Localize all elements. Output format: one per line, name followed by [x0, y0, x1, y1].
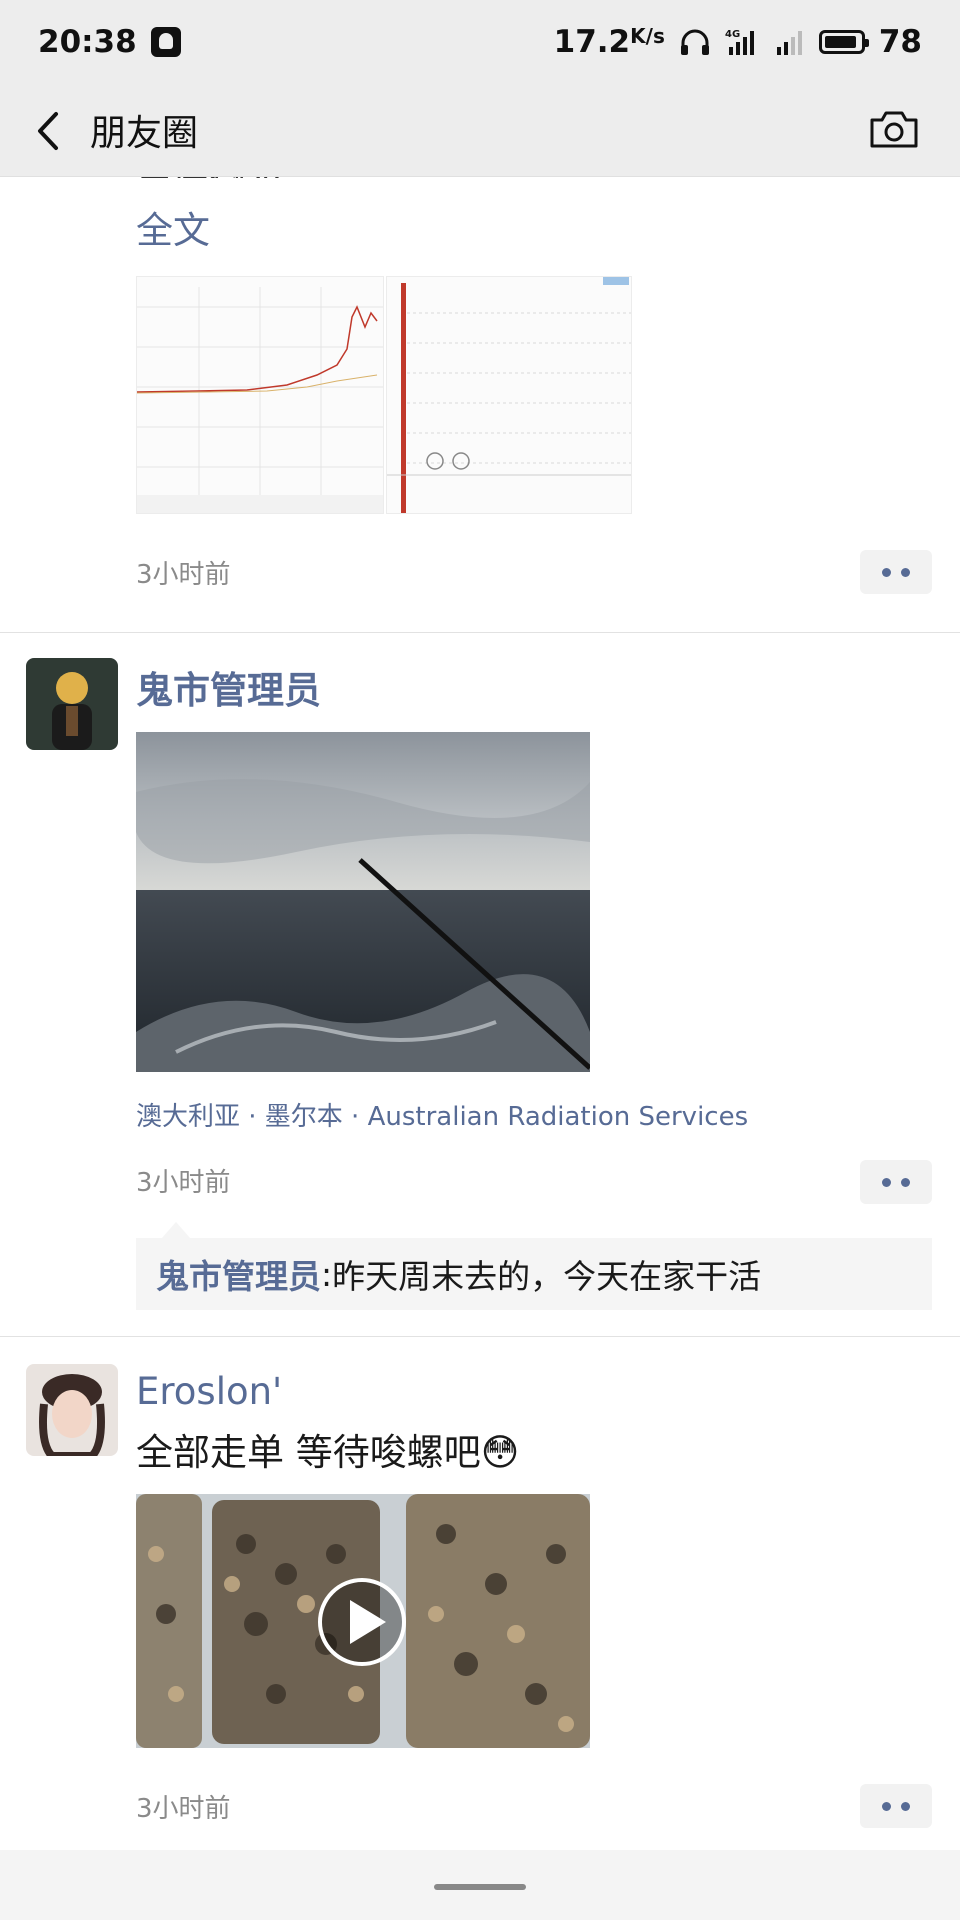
snails-video-thumbnail: [136, 1494, 590, 1748]
post-image-fishing[interactable]: [136, 732, 590, 1072]
camera-icon[interactable]: [868, 104, 920, 154]
avatar[interactable]: [26, 1364, 118, 1456]
comment-item[interactable]: 鬼市管理员: 昨天周末去的，今天在家干活: [136, 1222, 932, 1310]
post-username[interactable]: Eroslon': [136, 1370, 282, 1413]
fishing-photo: [136, 732, 590, 1072]
post-divider: [0, 632, 960, 633]
signal-icon: [776, 31, 802, 55]
post-video[interactable]: [136, 1494, 590, 1748]
post-username[interactable]: 鬼市管理员: [136, 660, 321, 714]
network-speed: 17.2K/s: [553, 24, 665, 60]
page-title: 朋友圈: [90, 113, 199, 154]
post-text: 全部走单 等待唆螺吧😳: [136, 1431, 520, 1474]
status-bar: 20:38 17.2K/s 4G 78: [0, 0, 960, 84]
notification-icon: [150, 27, 181, 57]
comment-separator: :: [321, 1254, 333, 1294]
post-timestamp: 3小时前: [136, 560, 231, 590]
battery-icon: [818, 30, 869, 54]
post-timestamp: 3小时前: [136, 1168, 231, 1198]
signal-4g-icon: 4G: [725, 29, 754, 55]
stock-chart-graphic: [387, 277, 631, 513]
avatar[interactable]: [26, 658, 118, 750]
post-timestamp: 3小时前: [136, 1794, 231, 1824]
network-speed-unit: K/s: [630, 24, 665, 48]
gesture-bar-area: [0, 1850, 960, 1920]
full-text-link[interactable]: 全文: [136, 200, 210, 254]
status-time: 20:38: [38, 24, 137, 60]
svg-text:4G: 4G: [725, 29, 740, 40]
comment-author[interactable]: 鬼市管理员: [156, 1250, 321, 1298]
more-actions-button[interactable]: [860, 1160, 932, 1204]
post-divider: [0, 1336, 960, 1337]
more-actions-button[interactable]: [860, 550, 932, 594]
battery-level: 78: [878, 24, 922, 60]
avatar-image: [26, 658, 118, 750]
headphone-icon: [680, 29, 709, 55]
stock-chart-graphic: [137, 277, 383, 513]
comment-text: 昨天周末去的，今天在家干活: [332, 1257, 762, 1296]
more-actions-button[interactable]: [860, 1784, 932, 1828]
post-image-chart-1[interactable]: [136, 276, 384, 514]
location-link[interactable]: 澳大利亚 · 墨尔本 · Australian Radiation Servic…: [136, 1096, 748, 1133]
post-image-chart-2[interactable]: [386, 276, 632, 514]
back-arrow-icon[interactable]: [26, 106, 76, 156]
home-indicator[interactable]: [434, 1884, 526, 1890]
avatar-image: [26, 1364, 118, 1456]
nav-bar: 朋友圈: [0, 84, 960, 177]
